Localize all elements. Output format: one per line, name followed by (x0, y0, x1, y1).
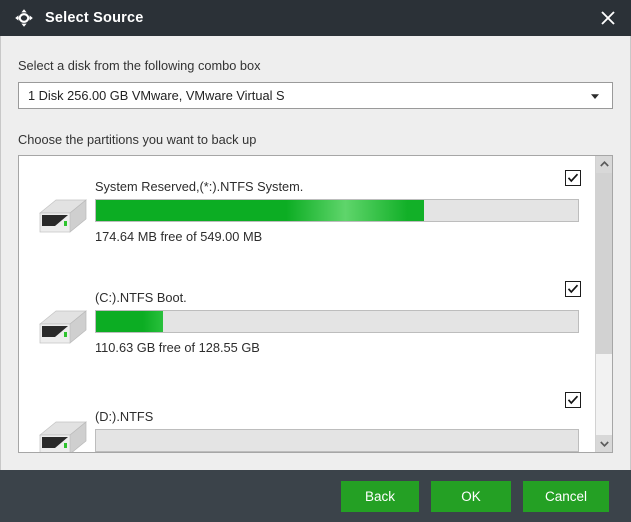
partition-info: System Reserved,(*:).NTFS System. 174.64… (93, 179, 595, 244)
partition-row[interactable]: System Reserved,(*:).NTFS System. 174.64… (19, 156, 595, 267)
close-icon (601, 11, 615, 25)
ok-button[interactable]: OK (431, 480, 511, 512)
partition-row[interactable]: (C:).NTFS Boot. 110.63 GB free of 128.55… (19, 267, 595, 378)
partition-select-label: Choose the partitions you want to back u… (18, 132, 257, 147)
partition-list-scrollbar[interactable] (595, 156, 612, 452)
partition-row[interactable]: (D:).NTFS (19, 378, 595, 452)
partition-info: (C:).NTFS Boot. 110.63 GB free of 128.55… (93, 290, 595, 355)
partition-checkbox[interactable] (565, 170, 581, 186)
chevron-down-icon (599, 441, 609, 448)
sync-arrows-icon (14, 8, 34, 28)
chevron-down-icon (589, 90, 601, 102)
disk-drive-icon (31, 415, 93, 452)
partition-usage-text: 110.63 GB free of 128.55 GB (95, 340, 260, 355)
dialog-body: Select a disk from the following combo b… (0, 36, 631, 470)
dialog-footer: Back OK Cancel (0, 470, 631, 522)
disk-combo-box[interactable]: 1 Disk 256.00 GB VMware, VMware Virtual … (18, 82, 613, 109)
partition-checkbox[interactable] (565, 281, 581, 297)
scroll-up-button[interactable] (596, 156, 612, 173)
check-icon (567, 395, 579, 405)
disk-select-label: Select a disk from the following combo b… (18, 58, 261, 73)
disk-drive-icon (31, 304, 93, 348)
window-title: Select Source (45, 10, 144, 26)
partition-usage-text: 174.64 MB free of 549.00 MB (95, 229, 263, 244)
chevron-up-icon (599, 160, 609, 167)
title-bar: Select Source (0, 0, 631, 36)
scroll-down-button[interactable] (596, 435, 612, 452)
partition-list: System Reserved,(*:).NTFS System. 174.64… (19, 156, 595, 452)
partition-title: (D:).NTFS (95, 408, 154, 424)
check-icon (567, 284, 579, 294)
disk-drive-icon (31, 193, 93, 237)
select-source-dialog: Select Source Select a disk from the fol… (0, 0, 631, 522)
close-button[interactable] (585, 0, 631, 36)
partition-usage-bar (95, 428, 579, 452)
back-button[interactable]: Back (341, 480, 419, 512)
cancel-button[interactable]: Cancel (523, 480, 609, 512)
partition-checkbox[interactable] (565, 392, 581, 408)
check-icon (567, 173, 579, 183)
partition-usage-bar (95, 310, 579, 333)
partition-title: (C:).NTFS Boot. (95, 290, 187, 305)
partition-info: (D:).NTFS (93, 409, 595, 453)
scrollbar-thumb[interactable] (596, 173, 612, 354)
scrollbar-track[interactable] (596, 173, 612, 435)
partition-usage-fill (96, 311, 164, 332)
partition-title: System Reserved,(*:).NTFS System. (95, 179, 304, 194)
partition-list-panel: System Reserved,(*:).NTFS System. 174.64… (18, 155, 613, 453)
partition-usage-fill (96, 200, 424, 221)
disk-combo-value: 1 Disk 256.00 GB VMware, VMware Virtual … (28, 88, 285, 103)
partition-usage-bar (95, 199, 579, 222)
